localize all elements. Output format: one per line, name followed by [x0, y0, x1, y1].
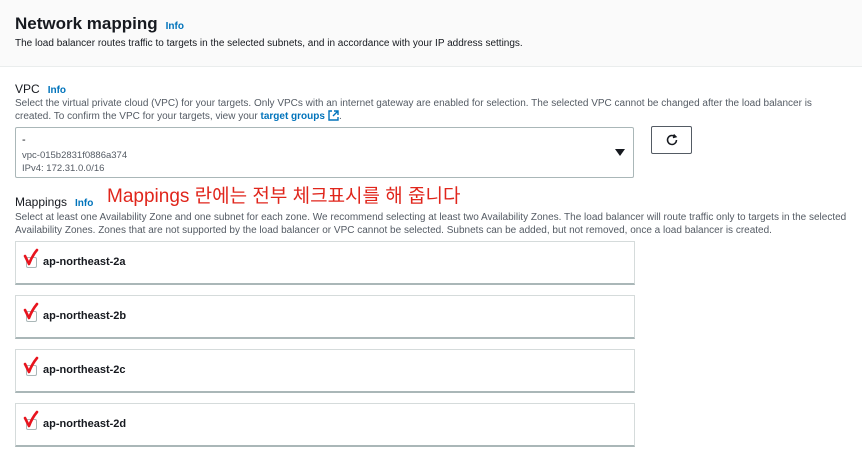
caret-down-icon [615, 149, 625, 156]
check-mark-icon [23, 410, 39, 428]
vpc-label-row: VPC Info [15, 82, 66, 96]
section-description: The load balancer routes traffic to targ… [15, 38, 523, 49]
section-title: Network mapping [15, 14, 158, 33]
mappings-label-row: Mappings Info [15, 195, 93, 209]
refresh-icon [666, 134, 677, 146]
az-item-ap-northeast-2d[interactable]: ap-northeast-2d [15, 403, 635, 447]
check-mark-icon [23, 248, 39, 266]
title-row: Network mapping Info [15, 14, 184, 34]
az-item-ap-northeast-2c[interactable]: ap-northeast-2c [15, 349, 635, 393]
vpc-description-period: . [338, 111, 342, 122]
vpc-selected-name: - [22, 134, 26, 146]
az-item-ap-northeast-2b[interactable]: ap-northeast-2b [15, 295, 635, 339]
vpc-label: VPC [15, 82, 40, 96]
refresh-button[interactable] [651, 126, 692, 154]
check-mark-icon [23, 356, 39, 374]
external-link-icon[interactable] [328, 110, 339, 121]
vpc-selected-id: vpc-015b2831f0886a374 [22, 150, 128, 161]
network-mapping-header: Network mapping Info The load balancer r… [0, 0, 862, 67]
vpc-selected-cidr: IPv4: 172.31.0.0/16 [22, 163, 105, 174]
vpc-info-link[interactable]: Info [48, 85, 66, 96]
vpc-select[interactable]: - vpc-015b2831f0886a374 IPv4: 172.31.0.0… [15, 127, 634, 178]
mappings-description: Select at least one Availability Zone an… [15, 212, 847, 236]
vpc-description-text: Select the virtual private cloud (VPC) f… [15, 98, 812, 122]
annotation-note: Mappings 란에는 전부 체크표시를 해 줍니다 [107, 186, 461, 207]
mappings-label: Mappings [15, 195, 68, 209]
az-name: ap-northeast-2d [43, 418, 127, 430]
az-name: ap-northeast-2a [43, 256, 126, 268]
az-item-ap-northeast-2a[interactable]: ap-northeast-2a [15, 241, 635, 285]
mappings-info-link[interactable]: Info [75, 198, 93, 209]
az-name: ap-northeast-2c [43, 364, 126, 376]
az-name: ap-northeast-2b [43, 310, 127, 322]
target-groups-link[interactable]: target groups [260, 111, 324, 122]
section-info-link[interactable]: Info [166, 21, 184, 32]
vpc-description: Select the virtual private cloud (VPC) f… [15, 97, 847, 123]
check-mark-icon [23, 302, 39, 320]
